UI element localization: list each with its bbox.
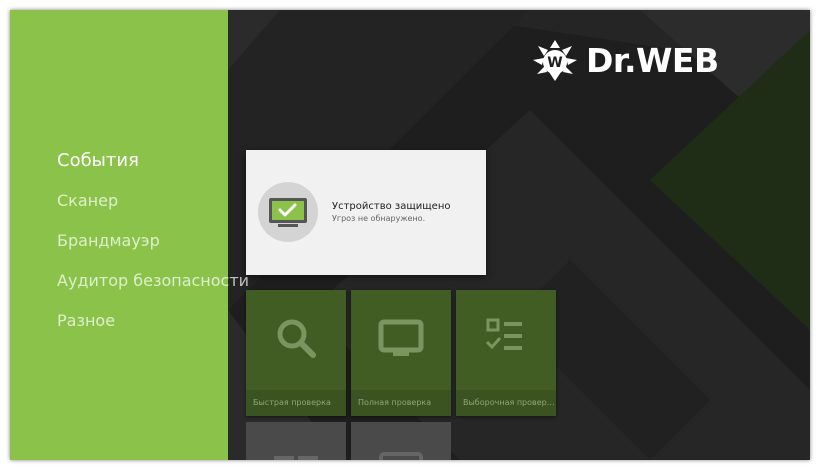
svg-text:W: W [547, 55, 562, 71]
protected-monitor-icon [269, 198, 307, 227]
sidebar-item-events[interactable]: События [57, 148, 249, 188]
monitor-icon [378, 319, 424, 356]
tile-partial[interactable] [351, 422, 451, 460]
grid-icon [274, 456, 318, 460]
tile-custom-scan[interactable]: Выборочная проверка [456, 290, 556, 416]
search-icon [277, 319, 316, 358]
checklist-icon [485, 318, 522, 350]
sidebar-item-misc[interactable]: Разное [57, 308, 249, 348]
sidebar-menu: События Сканер Брандмауэр Аудитор безопа… [57, 148, 249, 348]
drweb-logo: W Dr.WEB [532, 38, 719, 82]
logo-text: Dr.WEB [586, 40, 719, 80]
tile-full-scan[interactable]: Полная проверка [351, 290, 451, 416]
spider-logo-icon: W [533, 40, 577, 81]
tile-label: Быстрая проверка [246, 390, 346, 416]
status-card[interactable]: Устройство защищено Угроз не обнаружено. [246, 150, 486, 275]
sidebar-item-firewall[interactable]: Брандмауэр [57, 228, 249, 268]
monitor-icon [379, 452, 423, 460]
sidebar-item-scanner[interactable]: Сканер [57, 188, 249, 228]
status-title: Устройство защищено [332, 201, 451, 212]
tile-label: Полная проверка [351, 390, 451, 416]
tile-label: Выборочная проверка [456, 390, 556, 416]
status-icon-circle [258, 182, 318, 242]
tile-partial[interactable] [246, 422, 346, 460]
sidebar-item-security-auditor[interactable]: Аудитор безопасности [57, 268, 249, 308]
sidebar: События Сканер Брандмауэр Аудитор безопа… [10, 10, 249, 460]
status-subtitle: Угроз не обнаружено. [332, 214, 426, 223]
tile-quick-scan[interactable]: Быстрая проверка [246, 290, 346, 416]
app-window: События Сканер Брандмауэр Аудитор безопа… [10, 10, 810, 460]
